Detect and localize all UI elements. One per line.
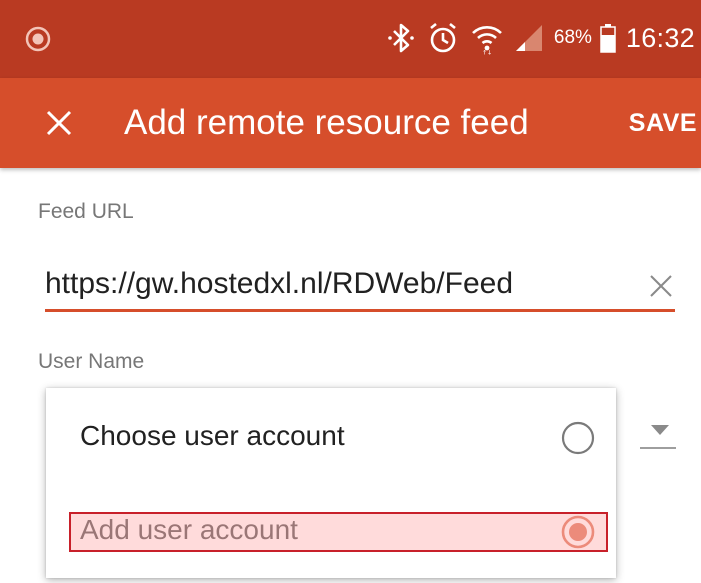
alarm-icon xyxy=(430,22,456,53)
bluetooth-icon xyxy=(388,23,414,53)
feed-url-label: Feed URL xyxy=(38,200,134,223)
app-bar: Add remote resource feed SAVE xyxy=(0,78,701,168)
screen: ↑↓ 68% 16:32 Add remote resource feed SA… xyxy=(0,0,701,583)
status-icons: ↑↓ 68% 16:32 xyxy=(386,18,695,58)
close-button[interactable] xyxy=(34,98,84,148)
dropdown-arrow-icon[interactable] xyxy=(645,413,675,443)
radio-unchecked-icon[interactable] xyxy=(561,421,595,455)
page-title: Add remote resource feed xyxy=(124,103,529,142)
radio-checked-icon[interactable] xyxy=(561,515,595,549)
feed-url-input[interactable]: https://gw.hostedxl.nl/RDWeb/Feed xyxy=(45,262,620,306)
menu-item-choose-user-account[interactable]: Choose user account xyxy=(46,394,616,480)
status-bar: ↑↓ 68% 16:32 xyxy=(0,0,701,78)
menu-item-label: Choose user account xyxy=(80,420,345,451)
battery-icon xyxy=(600,24,616,53)
cell-signal-icon xyxy=(515,25,542,51)
menu-item-label: Add user account xyxy=(80,514,298,545)
clear-icon xyxy=(650,275,672,297)
menu-item-add-user-account[interactable]: Add user account xyxy=(46,488,616,574)
close-icon xyxy=(46,110,72,136)
clear-feed-url-button[interactable] xyxy=(641,266,681,306)
user-name-label: User Name xyxy=(38,350,145,373)
save-button[interactable]: SAVE xyxy=(629,104,697,142)
app-notification-icon xyxy=(25,26,51,52)
feed-url-underline xyxy=(45,309,675,312)
user-account-menu: Choose user account Add user account xyxy=(46,388,616,578)
svg-text:↑↓: ↑↓ xyxy=(482,50,492,56)
wifi-icon: ↑↓ xyxy=(471,26,502,56)
user-name-underline xyxy=(640,447,676,449)
battery-percent: 68% xyxy=(553,27,592,48)
status-time: 16:32 xyxy=(625,22,695,53)
